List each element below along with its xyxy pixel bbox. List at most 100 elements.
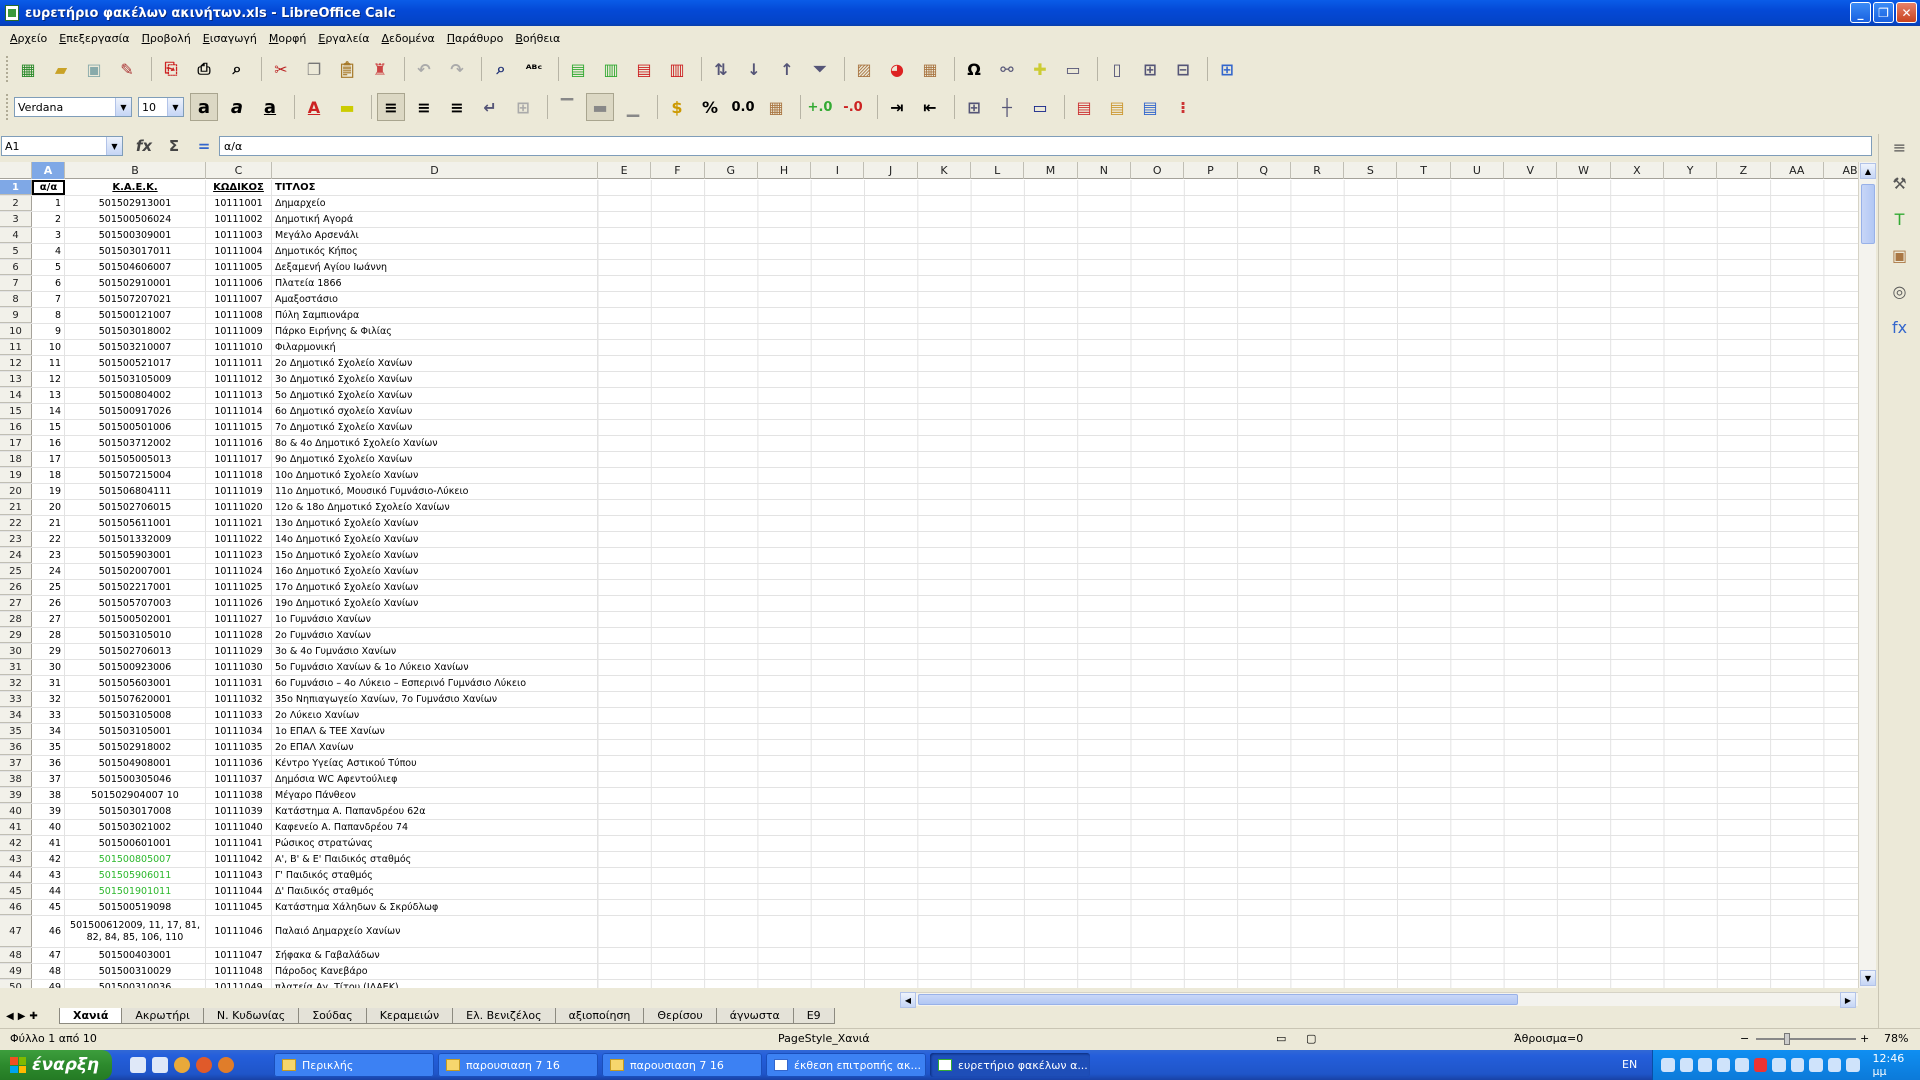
cell-code[interactable]: 10111010 — [206, 340, 272, 355]
font-color-icon[interactable]: A — [300, 93, 328, 121]
cell-kaek[interactable]: 501503105010 — [65, 628, 206, 643]
row-header[interactable]: 16 — [0, 420, 32, 435]
cell-code[interactable]: 10111031 — [206, 676, 272, 691]
cell-serial[interactable]: 32 — [32, 692, 65, 707]
gallery-icon[interactable]: ▣ — [1889, 244, 1911, 266]
name-box[interactable]: A1 ▼ — [1, 136, 123, 156]
spreadsheet-grid[interactable]: A B C D E F G H I J K L M N O P Q R S T U V W X Y Z AA AB 1 α/α Κ.Α.Ε… — [0, 162, 1858, 988]
cell-serial[interactable]: 14 — [32, 404, 65, 419]
cell-serial[interactable]: 34 — [32, 724, 65, 739]
cell-title[interactable]: 8ο & 4ο Δημοτικό Σχολείο Χανίων — [272, 436, 598, 451]
row-header[interactable]: 1 — [0, 180, 32, 195]
column-header-h[interactable]: H — [758, 162, 812, 179]
header-cell-d[interactable]: ΤΙΤΛΟΣ — [272, 180, 598, 195]
toolbar-grip[interactable] — [6, 56, 10, 82]
row-header[interactable]: 5 — [0, 244, 32, 259]
cell-code[interactable]: 10111033 — [206, 708, 272, 723]
cell-serial[interactable]: 2 — [32, 212, 65, 227]
cell-kaek[interactable]: 501500310036 — [65, 980, 206, 988]
column-header-y[interactable]: Y — [1664, 162, 1718, 179]
menu-edit[interactable]: Επεξεργασία — [53, 32, 135, 45]
zoom-level[interactable]: 78% — [1884, 1032, 1908, 1045]
cell-title[interactable]: 13ο Δημοτικό Σχολείο Χανίων — [272, 516, 598, 531]
cell-kaek[interactable]: 501500305046 — [65, 772, 206, 787]
sum-icon[interactable]: Σ — [159, 137, 189, 155]
sidebar-menu-icon[interactable]: ≡ — [1889, 136, 1911, 158]
row-header[interactable]: 38 — [0, 772, 32, 787]
cell-serial[interactable]: 9 — [32, 324, 65, 339]
cell-kaek[interactable]: 501500403001 — [65, 948, 206, 963]
chevron-down-icon[interactable]: ▼ — [115, 98, 131, 116]
cell-serial[interactable]: 48 — [32, 964, 65, 979]
cell-title[interactable]: Κατάστημα Χάληδων & Σκρύδλωφ — [272, 900, 598, 915]
cell-code[interactable]: 10111007 — [206, 292, 272, 307]
tray-icon[interactable] — [1679, 1058, 1693, 1072]
cell-title[interactable]: 6ο Γυμνάσιο – 4ο Λύκειο – Εσπερινό Γυμνά… — [272, 676, 598, 691]
chrome-icon[interactable] — [174, 1057, 190, 1073]
row-header[interactable]: 2 — [0, 196, 32, 211]
cell-title[interactable]: 3ο & 4ο Γυμνάσιο Χανίων — [272, 644, 598, 659]
cell-kaek[interactable]: 501500805007 — [65, 852, 206, 867]
column-header-g[interactable]: G — [705, 162, 758, 179]
cell-kaek[interactable]: 501506804111 — [65, 484, 206, 499]
cell-kaek[interactable]: 501503017011 — [65, 244, 206, 259]
formula-input[interactable]: α/α — [219, 136, 1872, 156]
cell-kaek[interactable]: 501502706015 — [65, 500, 206, 515]
column-header-k[interactable]: K — [918, 162, 972, 179]
close-button[interactable]: ✕ — [1896, 2, 1917, 23]
headers-footers-icon[interactable]: ▭ — [1059, 55, 1087, 83]
media-icon[interactable] — [196, 1057, 212, 1073]
scroll-down-button[interactable]: ▼ — [1860, 970, 1876, 986]
cell-title[interactable]: 1ο Γυμνάσιο Χανίων — [272, 612, 598, 627]
cell-kaek[interactable]: 501500502001 — [65, 612, 206, 627]
redo-icon[interactable]: ↷ — [443, 55, 471, 83]
cell-code[interactable]: 10111012 — [206, 372, 272, 387]
chevron-down-icon[interactable]: ▼ — [106, 137, 122, 155]
cell-code[interactable]: 10111003 — [206, 228, 272, 243]
cell-kaek[interactable]: 501500917026 — [65, 404, 206, 419]
row-header[interactable]: 9 — [0, 308, 32, 323]
find-replace-icon[interactable]: ⌕ — [487, 55, 515, 83]
column-header-m[interactable]: M — [1024, 162, 1078, 179]
prev-sheet-icon[interactable]: ◀ — [6, 1011, 14, 1022]
freeze-panes-icon[interactable]: ⊞ — [1136, 55, 1164, 83]
cell-code[interactable]: 10111040 — [206, 820, 272, 835]
row-header[interactable]: 13 — [0, 372, 32, 387]
cell-code[interactable]: 10111034 — [206, 724, 272, 739]
row-header[interactable]: 11 — [0, 340, 32, 355]
open-folder-icon[interactable]: ▰ — [47, 55, 75, 83]
column-header-a[interactable]: A — [32, 162, 65, 179]
menu-view[interactable]: Προβολή — [136, 32, 197, 45]
tray-icon[interactable] — [1790, 1058, 1804, 1072]
row-header[interactable]: 29 — [0, 628, 32, 643]
next-sheet-icon[interactable]: ▶ — [18, 1011, 26, 1022]
row-header[interactable]: 43 — [0, 852, 32, 867]
cell-code[interactable]: 10111028 — [206, 628, 272, 643]
row-header[interactable]: 50 — [0, 980, 32, 988]
formula-equals-icon[interactable]: = — [189, 137, 219, 155]
cell-code[interactable]: 10111011 — [206, 356, 272, 371]
column-header-l[interactable]: L — [971, 162, 1025, 179]
row-header[interactable]: 20 — [0, 484, 32, 499]
row-header[interactable]: 49 — [0, 964, 32, 979]
cell-kaek[interactable]: 501500501006 — [65, 420, 206, 435]
show-desktop-icon[interactable] — [130, 1057, 146, 1073]
cell-code[interactable]: 10111001 — [206, 196, 272, 211]
cell-kaek[interactable]: 501500519098 — [65, 900, 206, 915]
data-bar-icon[interactable]: ▤ — [1136, 93, 1164, 121]
print-range-icon[interactable]: ▯ — [1103, 55, 1131, 83]
row-header[interactable]: 17 — [0, 436, 32, 451]
function-wizard-icon[interactable]: fx — [129, 137, 159, 155]
insert-chart-icon[interactable]: ◕ — [883, 55, 911, 83]
currency-format-icon[interactable]: $ — [663, 93, 691, 121]
cell-serial[interactable]: 6 — [32, 276, 65, 291]
column-header-d[interactable]: D — [272, 162, 598, 179]
minimize-button[interactable]: _ — [1850, 2, 1871, 23]
cell-serial[interactable]: 44 — [32, 884, 65, 899]
toolbar-grip[interactable] — [6, 94, 10, 120]
add-sheet-icon[interactable]: ✚ — [29, 1011, 37, 1022]
cell-kaek[interactable]: 501500804002 — [65, 388, 206, 403]
cell-kaek[interactable]: 501503017008 — [65, 804, 206, 819]
cell-title[interactable]: 6ο Δημοτικό σχολείο Χανίων — [272, 404, 598, 419]
cell-serial[interactable]: 20 — [32, 500, 65, 515]
